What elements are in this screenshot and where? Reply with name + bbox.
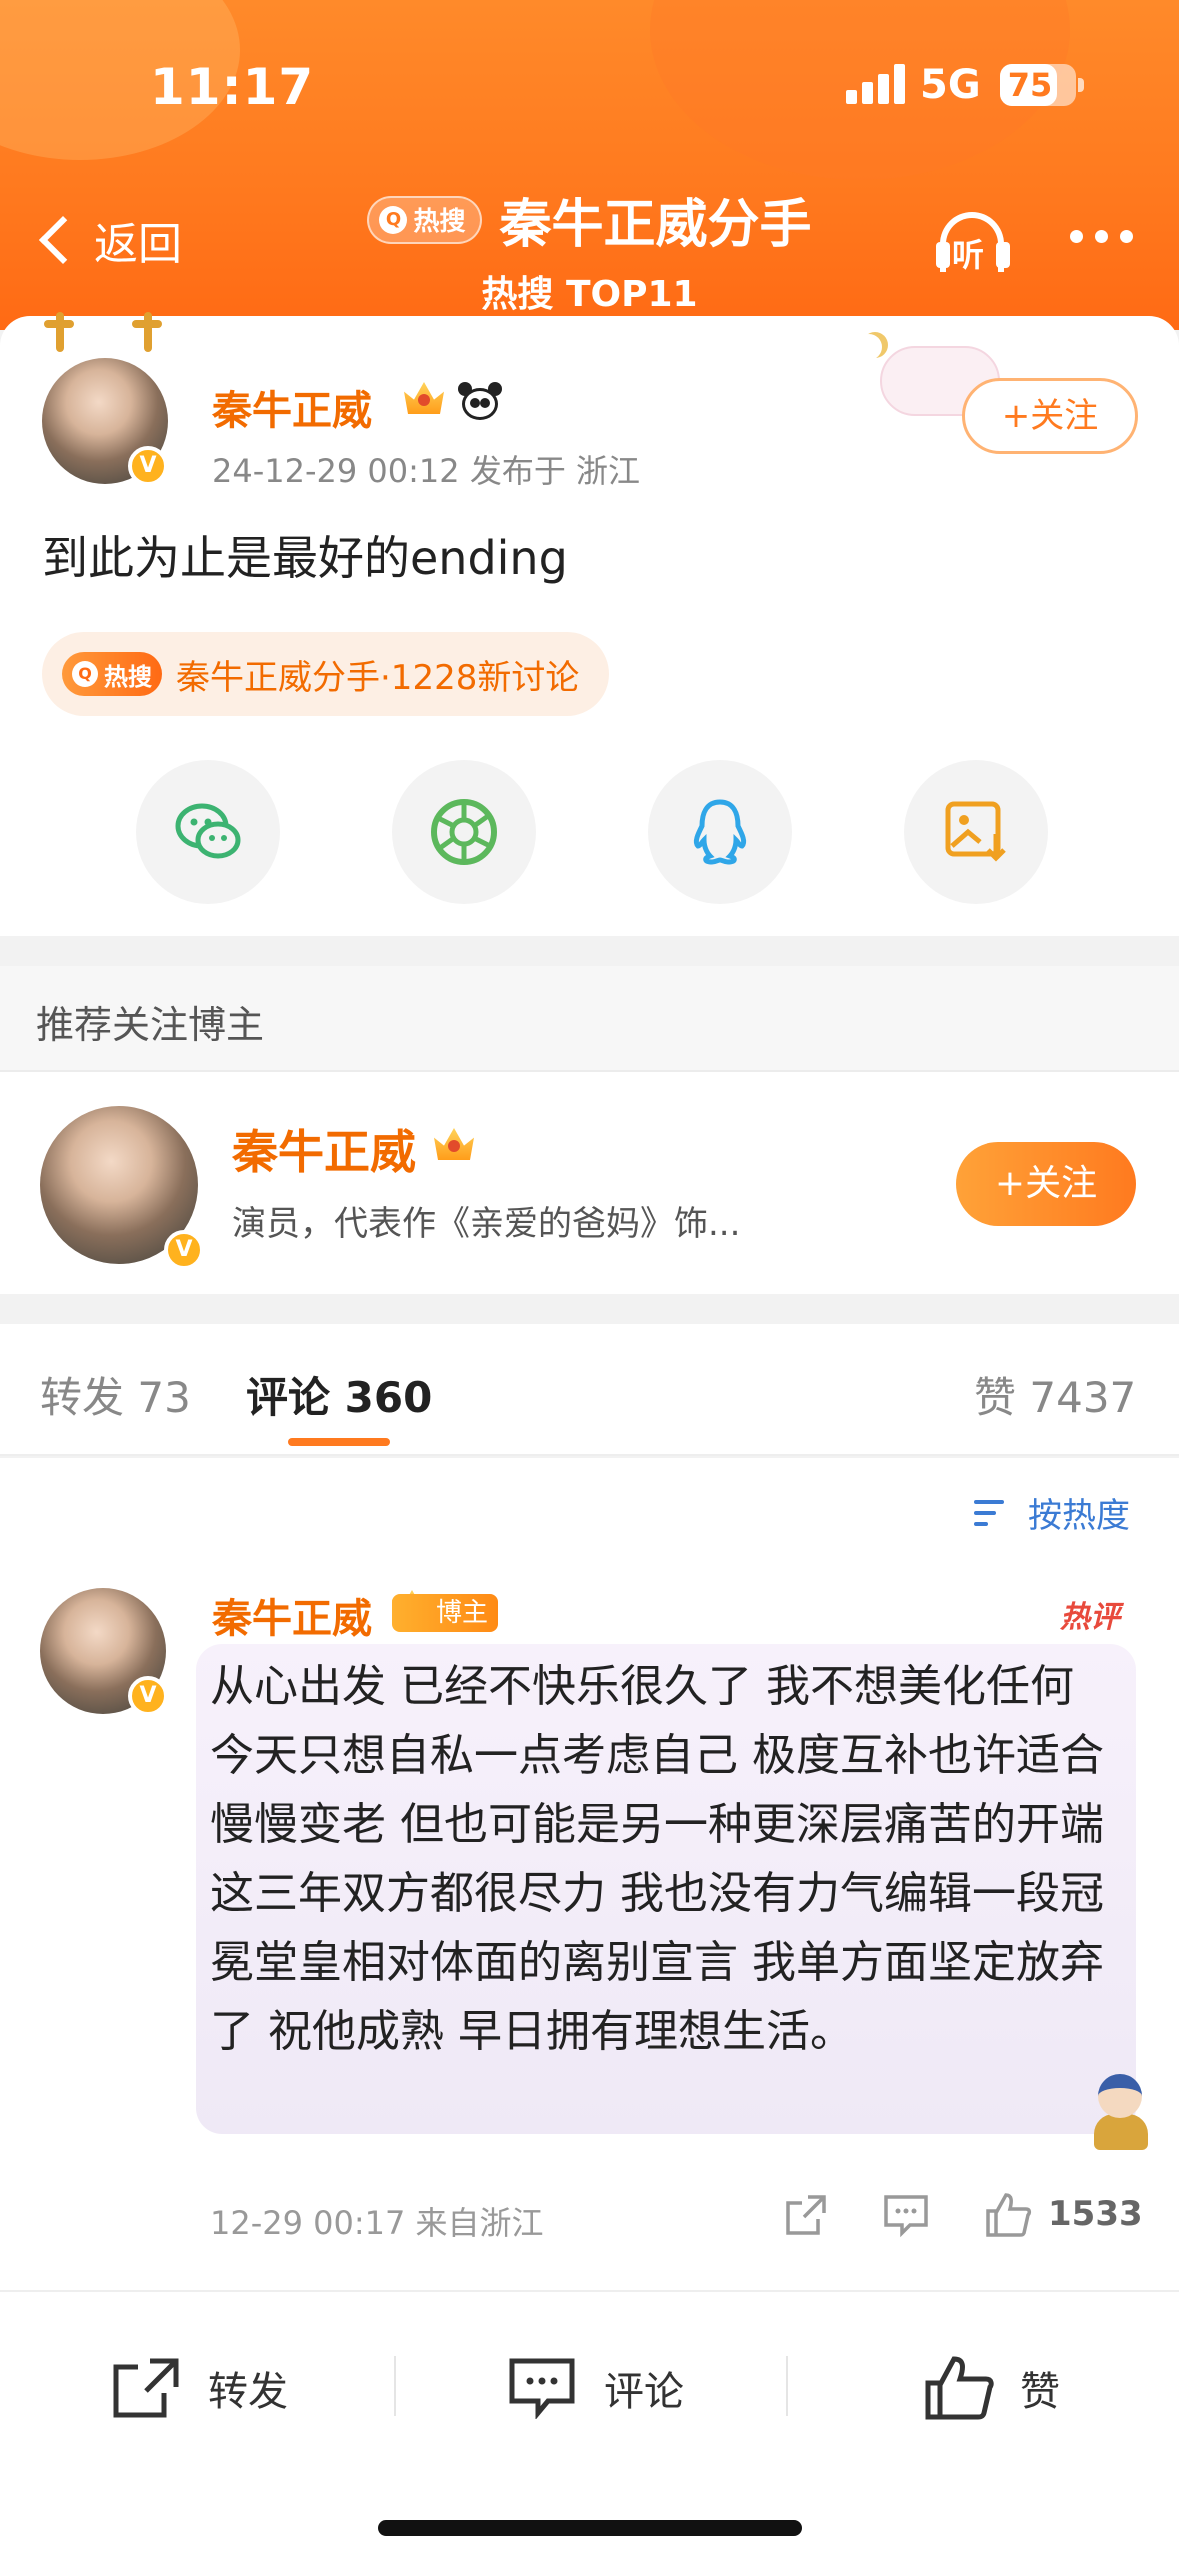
status-time: 11:17 xyxy=(150,58,315,116)
comment-author[interactable]: 秦牛正威 xyxy=(212,1586,372,1644)
bottom-action-bar: 转发 评论 赞 xyxy=(0,2290,1179,2556)
share-qq-button[interactable] xyxy=(648,760,792,904)
more-options-icon[interactable] xyxy=(1070,230,1145,243)
post-card: V 秦牛正威 24-12-29 00:12 发布于 浙江 +关注 到此为止是最好… xyxy=(0,312,1179,936)
antler-decoration xyxy=(128,312,168,352)
post-author-name[interactable]: 秦牛正威 xyxy=(212,378,372,436)
repost-label: 转发 xyxy=(208,2369,288,2415)
hot-search-tag: Q 热搜 xyxy=(367,195,482,244)
save-image-button[interactable] xyxy=(904,760,1048,904)
tab-likes[interactable]: 赞 7437 xyxy=(974,1364,1136,1425)
sort-by-heat-button[interactable]: 按热度 xyxy=(974,1488,1130,1537)
hot-comment-badge: 热评 xyxy=(1060,1600,1120,1635)
comment-bubble: 从心出发 已经不快乐很久了 我不想美化任何 今天只想自私一点考虑自己 极度互补也… xyxy=(196,1644,1136,2134)
post-text: 到此为止是最好的ending xyxy=(42,531,568,585)
active-tab-indicator xyxy=(288,1438,390,1446)
tab-likes-count: 7437 xyxy=(1029,1373,1137,1422)
follow-button[interactable]: +关注 xyxy=(962,378,1138,454)
like-button[interactable]: 赞 xyxy=(924,2348,1060,2428)
recommend-header-label: 推荐关注博主 xyxy=(36,1003,265,1047)
thumbs-up-icon xyxy=(925,2356,994,2420)
share-moments-button[interactable] xyxy=(392,760,536,904)
tab-repost[interactable]: 转发 73 xyxy=(40,1364,191,1425)
crown-badge-icon xyxy=(428,1124,480,1164)
share-wechat-button[interactable] xyxy=(136,760,280,904)
sort-label: 按热度 xyxy=(1028,1496,1130,1536)
divider xyxy=(786,2356,788,2416)
network-type: 5G xyxy=(920,62,981,108)
listen-button[interactable]: 听 xyxy=(934,208,1014,278)
headphones-icon-label: 听 xyxy=(952,236,985,274)
comment-label: 评论 xyxy=(604,2369,684,2415)
wechat-icon xyxy=(175,803,241,859)
comment-meta: 12-29 00:17 来自浙江 xyxy=(210,2204,544,2242)
like-label: 赞 xyxy=(1020,2369,1060,2415)
save-image-icon xyxy=(945,801,1006,862)
comment-like-count: 1533 xyxy=(1048,2194,1143,2234)
repost-icon xyxy=(113,2358,179,2418)
comment-text: 从心出发 已经不快乐很久了 我不想美化任何 今天只想自私一点考虑自己 极度互补也… xyxy=(210,1661,1104,2057)
sort-icon xyxy=(974,1496,1014,1530)
comment-button[interactable]: 评论 xyxy=(508,2348,684,2428)
share-icon[interactable] xyxy=(782,2190,830,2240)
tab-repost-label: 转发 xyxy=(40,1373,125,1422)
bubble-sticker xyxy=(1090,2074,1152,2150)
battery-percent: 75 xyxy=(1007,66,1053,104)
search-icon: Q xyxy=(379,205,408,234)
tab-comments[interactable]: 评论 360 xyxy=(246,1364,432,1425)
crown-badge-icon xyxy=(398,378,450,418)
comment-list: 按热度 V 秦牛正威 博主 热评 从心出发 已经不快乐很久了 我不想美化任何 今… xyxy=(0,1458,1179,2293)
recommend-description: 演员，代表作《亲爱的爸妈》饰... xyxy=(232,1204,741,1244)
verified-badge-icon: V xyxy=(128,1676,168,1716)
comment-icon xyxy=(509,2358,575,2419)
tab-comments-label: 评论 xyxy=(246,1373,331,1422)
antler-decoration xyxy=(40,312,80,352)
home-indicator xyxy=(378,2520,802,2536)
panda-icon xyxy=(458,382,502,422)
verified-badge-icon: V xyxy=(128,446,168,486)
moments-icon xyxy=(431,799,497,865)
hot-search-link[interactable]: Q 热搜 秦牛正威分手·1228新讨论 xyxy=(42,632,610,716)
recommend-header: 推荐关注博主 xyxy=(0,966,1179,1072)
repost-button[interactable]: 转发 xyxy=(112,2348,288,2428)
divider xyxy=(394,2356,396,2416)
like-icon[interactable] xyxy=(984,2190,1032,2240)
hot-search-tag-label: 热搜 xyxy=(104,662,152,691)
page-title: 秦牛正威分手 xyxy=(499,195,812,255)
hot-search-tag-label: 热搜 xyxy=(413,207,466,237)
hot-search-topic: 秦牛正威分手·1228新讨论 xyxy=(176,657,580,698)
post-meta: 24-12-29 00:12 发布于 浙江 xyxy=(212,452,640,490)
battery-icon: 75 xyxy=(1000,64,1084,106)
top-header: 11:17 5G 75 返回 Q 热搜 秦牛正威分手 热搜 TOP11 听 xyxy=(0,0,1179,330)
tab-repost-count: 73 xyxy=(137,1373,191,1422)
search-icon: Q xyxy=(72,661,98,687)
verified-badge-icon: V xyxy=(164,1230,204,1270)
hot-search-tag: Q 热搜 xyxy=(62,652,162,696)
recommend-card[interactable]: V 秦牛正威 演员，代表作《亲爱的爸妈》饰... +关注 xyxy=(0,1072,1179,1294)
tab-likes-label: 赞 xyxy=(974,1373,1017,1422)
reply-icon[interactable] xyxy=(882,2190,930,2240)
qq-icon xyxy=(693,799,747,865)
interaction-tabs: 转发 73 评论 360 赞 7437 xyxy=(0,1324,1179,1456)
recommend-name[interactable]: 秦牛正威 xyxy=(232,1116,416,1182)
blogger-tag: 博主 xyxy=(392,1594,499,1632)
follow-button[interactable]: +关注 xyxy=(956,1142,1136,1226)
tab-comments-count: 360 xyxy=(344,1373,433,1422)
signal-icon xyxy=(846,64,908,104)
